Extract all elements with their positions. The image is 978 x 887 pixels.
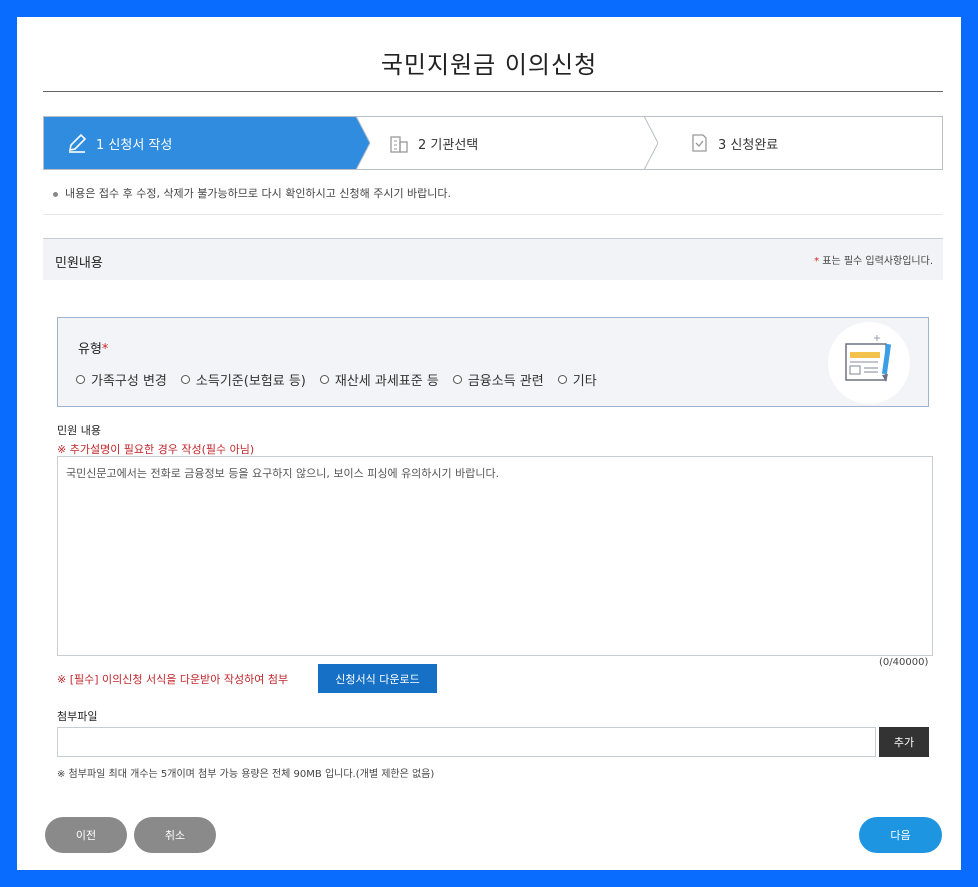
step-select-agency: 2 기관선택: [366, 117, 646, 169]
radio-icon[interactable]: [452, 375, 462, 384]
step-label: 2 기관선택: [418, 137, 479, 153]
download-form-button[interactable]: 신청서식 다운로드: [318, 664, 437, 693]
step-progress: 1 신청서 작성 2 기관선택 3 신청완료: [43, 116, 943, 170]
type-option-property-tax[interactable]: 재산세 과세표준 등: [319, 370, 439, 389]
page-title: 국민지원금 이의신청: [380, 51, 598, 79]
step-complete: 3 신청완료: [666, 117, 936, 169]
option-label: 금융소득 관련: [467, 374, 544, 389]
character-counter: (0/40000): [879, 657, 929, 668]
pencil-icon: [66, 132, 88, 154]
radio-icon[interactable]: [180, 375, 190, 384]
required-note: * 표는 필수 입력사항입니다.: [814, 252, 933, 267]
complaint-label: 민원 내용: [57, 424, 101, 437]
type-label: 유형*: [78, 338, 108, 357]
option-label: 기타: [572, 374, 597, 389]
option-label: 재산세 과세표준 등: [334, 374, 439, 389]
cancel-button[interactable]: 취소: [134, 817, 216, 853]
title-divider: [43, 91, 943, 92]
complaint-hint: ※ 추가설명이 필요한 경우 작성(필수 아님): [57, 443, 255, 456]
building-icon: [388, 132, 410, 154]
step-write-application: 1 신청서 작성: [44, 117, 370, 169]
type-option-family[interactable]: 가족구성 변경: [76, 370, 167, 389]
application-panel: 국민지원금 이의신청 1 신청서 작성 2 기관선택 3 신청완료 내용은 접수…: [17, 17, 961, 870]
type-option-other[interactable]: 기타: [557, 370, 597, 389]
radio-icon[interactable]: [76, 375, 85, 384]
option-label: 소득기준(보험료 등): [195, 374, 306, 389]
textarea-placeholder: 국민신문고에서는 전화로 금융정보 등을 요구하지 않으니, 보이스 피싱에 유…: [66, 467, 500, 480]
form-download-note: ※ [필수] 이의신청 서식을 다운받아 작성하여 첨부: [57, 673, 289, 686]
check-document-icon: [688, 132, 710, 154]
step-label: 1 신청서 작성: [96, 137, 173, 153]
type-options: 가족구성 변경 소득기준(보험료 등) 재산세 과세표준 등 금융소득 관련 기…: [76, 370, 597, 389]
type-selector: 유형* 가족구성 변경 소득기준(보험료 등) 재산세 과세표준 등 금융소득 …: [57, 317, 929, 407]
section-header: 민원내용 * 표는 필수 입력사항입니다.: [43, 238, 943, 280]
attachment-label: 첨부파일: [57, 710, 98, 723]
divider: [43, 214, 943, 215]
form-illustration-icon: [828, 322, 910, 404]
notice-text: 내용은 접수 후 수정, 삭제가 불가능하므로 다시 확인하시고 신청해 주시기…: [65, 187, 452, 200]
type-option-income[interactable]: 소득기준(보험료 등): [180, 370, 306, 389]
type-option-financial-income[interactable]: 금융소득 관련: [452, 370, 544, 389]
option-label: 가족구성 변경: [91, 374, 167, 389]
step-divider: [644, 116, 658, 170]
radio-icon[interactable]: [557, 375, 567, 384]
step-label: 3 신청완료: [718, 137, 779, 153]
type-label-text: 유형: [78, 342, 102, 357]
next-button[interactable]: 다음: [859, 817, 942, 853]
section-title: 민원내용: [55, 256, 103, 271]
bullet-icon: [53, 191, 58, 197]
previous-button[interactable]: 이전: [45, 817, 127, 853]
complaint-textarea[interactable]: 국민신문고에서는 전화로 금융정보 등을 요구하지 않으니, 보이스 피싱에 유…: [57, 456, 933, 656]
required-star: *: [101, 342, 109, 357]
attachment-field[interactable]: [57, 727, 876, 757]
add-attachment-button[interactable]: 추가: [879, 727, 929, 757]
required-note-text: 표는 필수 입력사항입니다.: [819, 256, 933, 267]
radio-icon[interactable]: [319, 375, 329, 384]
notice: 내용은 접수 후 수정, 삭제가 불가능하므로 다시 확인하시고 신청해 주시기…: [53, 185, 451, 201]
attachment-note: ※ 첨부파일 최대 개수는 5개이며 첨부 가능 용량은 전체 90MB 입니다…: [57, 769, 435, 780]
